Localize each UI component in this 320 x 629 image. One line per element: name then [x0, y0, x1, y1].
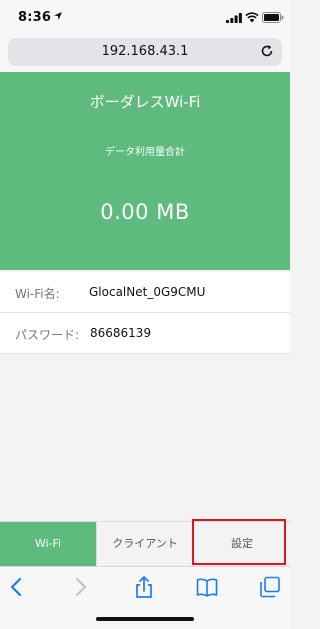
browser-header: 192.168.43.1	[0, 34, 290, 72]
wifi-name-row: Wi-Fi名: GlocalNet_0G9CMU	[0, 272, 290, 313]
tab-wifi[interactable]: Wi-Fi	[0, 522, 96, 566]
bookmarks-icon[interactable]	[196, 576, 218, 598]
url-text[interactable]: 192.168.43.1	[8, 44, 282, 59]
wifi-name-label: Wi-Fi名:	[15, 287, 60, 301]
status-time: 8:36	[18, 10, 52, 25]
status-bar: 8:36	[0, 0, 290, 34]
settings-highlight-box	[192, 519, 286, 565]
address-bar[interactable]: 192.168.43.1	[8, 38, 282, 66]
hero-title: ボーダレスWi-Fi	[89, 93, 201, 111]
share-icon[interactable]	[133, 576, 155, 598]
wifi-status-icon	[245, 12, 259, 23]
hero-panel: ボーダレスWi-Fi データ利用量合計 0.00 MB	[0, 72, 290, 270]
forward-icon[interactable]	[69, 576, 91, 598]
data-usage-amount: 0.00 MB	[100, 200, 190, 224]
hero-subtitle: データ利用量合計	[105, 147, 185, 158]
password-row: パスワード: 86686139	[0, 313, 290, 354]
wifi-name-value: GlocalNet_0G9CMU	[89, 285, 206, 299]
battery-icon	[262, 12, 284, 23]
reload-icon[interactable]	[260, 44, 274, 58]
tab-client[interactable]: クライアント	[96, 522, 193, 566]
back-icon[interactable]	[6, 576, 28, 598]
tabs-icon[interactable]	[259, 576, 281, 598]
cellular-signal-icon	[226, 13, 242, 23]
home-indicator	[96, 617, 194, 621]
location-arrow-icon	[54, 12, 62, 20]
password-label: パスワード:	[15, 328, 80, 342]
password-value: 86686139	[90, 326, 152, 340]
